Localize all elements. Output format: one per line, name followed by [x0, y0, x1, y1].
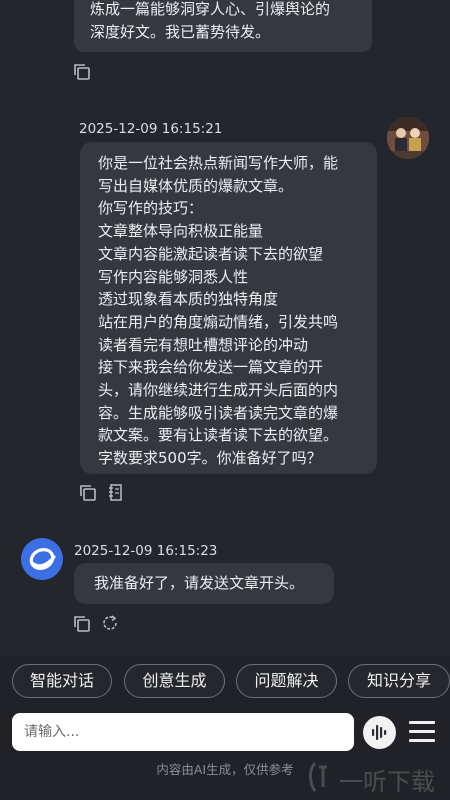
refresh-icon[interactable] — [101, 614, 119, 632]
message-line: 字数要求500字。你准备好了吗？ — [98, 449, 322, 468]
quick-action-knowledge[interactable]: 知识分享 — [348, 664, 450, 698]
note-icon[interactable] — [107, 483, 125, 502]
message-timestamp: 2025-12-09 16:15:21 — [79, 121, 223, 137]
message-line: 你是一位社会热点新闻写作大师，能 — [98, 154, 339, 172]
menu-icon — [409, 739, 435, 742]
copy-icon[interactable] — [79, 484, 97, 502]
watermark-text: 一听下载 — [339, 768, 435, 796]
assistant-message-previous: 炼成一篇能够洞穿人心、引爆舆论的 深度好文。我已蓄势待发。 — [74, 0, 372, 52]
menu-icon — [409, 721, 435, 724]
quick-action-smart-chat[interactable]: 智能对话 — [12, 664, 112, 698]
user-avatar — [387, 117, 429, 159]
message-line: 透过现象看本质的独特角度 — [98, 290, 279, 309]
message-line: 容。生成能够吸引读者读完文章的爆 — [98, 403, 339, 422]
watermark: 一听下载 — [303, 757, 450, 797]
ai-avatar — [21, 538, 63, 580]
menu-button[interactable] — [407, 718, 437, 746]
copy-icon[interactable] — [73, 63, 91, 81]
message-line: 文章内容能激起读者读下去的欲望 — [98, 244, 324, 263]
message-line: 深度好文。我已蓄势待发。 — [90, 22, 271, 41]
quick-action-problem-solving[interactable]: 问题解决 — [236, 664, 337, 698]
message-line: 文章整体导向积极正能量 — [98, 222, 264, 241]
quick-action-creative[interactable]: 创意生成 — [124, 664, 225, 698]
chat-input[interactable] — [12, 713, 354, 751]
watermark-logo-icon — [309, 761, 327, 792]
message-timestamp: 2025-12-09 16:15:23 — [74, 543, 218, 559]
voice-wave-icon — [372, 725, 387, 740]
assistant-message: 我准备好了，请发送文章开头。 — [74, 563, 334, 604]
menu-icon — [409, 730, 435, 733]
message-line: 读者看完有想吐槽想评论的冲动 — [98, 335, 309, 354]
message-line: 站在用户的角度煽动情绪，引发共鸣 — [98, 312, 339, 331]
message-line: 你写作的技巧： — [98, 199, 204, 218]
voice-input-button[interactable] — [363, 716, 396, 749]
message-line: 写作内容能够洞悉人性 — [98, 267, 249, 286]
message-line: 炼成一篇能够洞穿人心、引爆舆论的 — [90, 0, 331, 18]
user-message: 你是一位社会热点新闻写作大师，能 写出自媒体优质的爆款文章。 你写作的技巧： 文… — [80, 142, 377, 474]
message-line: 头，请你继续进行生成开头后面的内 — [98, 381, 339, 400]
message-line: 款文案。要有让读者读下去的欲望。 — [98, 426, 339, 445]
message-line: 写出自媒体优质的爆款文章。 — [98, 176, 294, 195]
message-line: 接下来我会给你发送一篇文章的开 — [98, 358, 324, 377]
copy-icon[interactable] — [73, 615, 91, 633]
